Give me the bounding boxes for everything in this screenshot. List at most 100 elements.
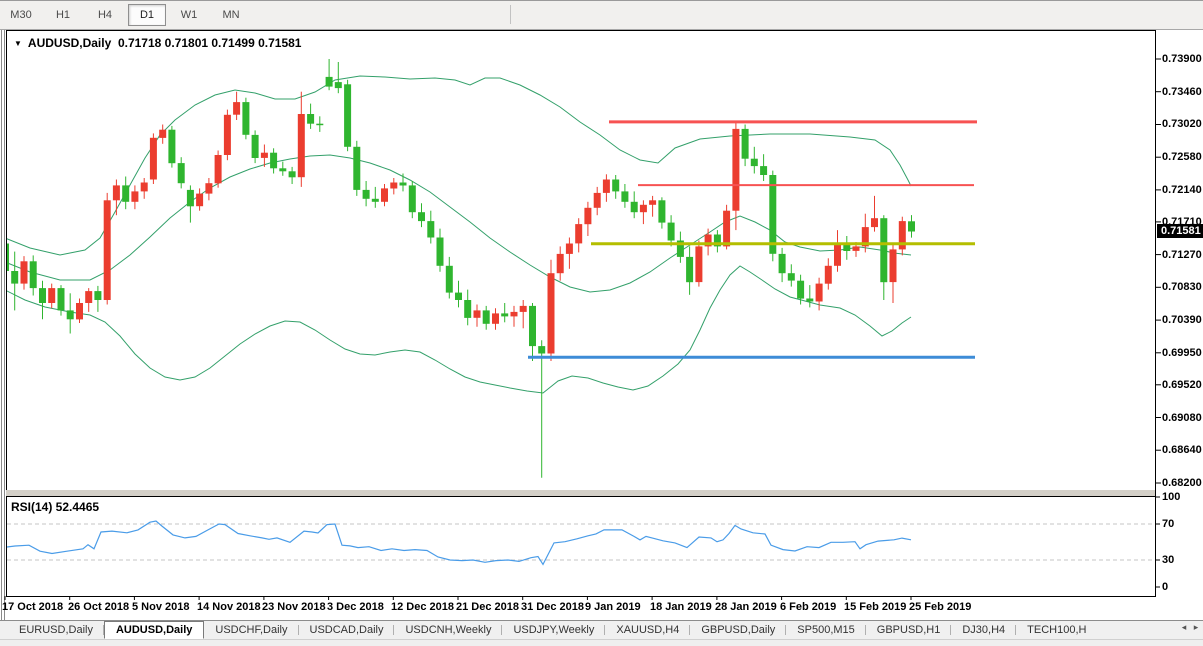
candle: [205, 178, 212, 200]
candle: [196, 188, 203, 210]
tab-scroll-right-icon[interactable]: ▸: [1191, 622, 1201, 633]
candle: [141, 178, 148, 199]
date-axis-label: 14 Nov 2018: [197, 601, 261, 613]
candle: [751, 147, 758, 174]
rsi-curve: [4, 521, 1154, 564]
candle: [215, 151, 222, 188]
candle: [372, 187, 379, 208]
tab-usdcnh-weekly[interactable]: USDCNH,Weekly: [394, 621, 502, 639]
symbol-dropdown-icon[interactable]: ▼: [14, 39, 22, 48]
candle: [658, 197, 665, 228]
symbol-name: AUDUSD,Daily: [28, 36, 111, 50]
axis-ticks: [5, 59, 1161, 600]
candle: [474, 305, 481, 327]
price-axis-label: 0.68640: [1162, 444, 1202, 456]
tab-xauusd-h4[interactable]: XAUUSD,H4: [605, 621, 690, 639]
candle: [335, 62, 342, 93]
rsi-axis-label: 100: [1162, 491, 1202, 503]
tab-audusd-daily[interactable]: AUDUSD,Daily: [104, 621, 204, 639]
price-axis-label: 0.73900: [1162, 53, 1202, 65]
candle: [612, 175, 619, 199]
candle: [159, 125, 166, 144]
chart-canvas[interactable]: [0, 0, 1203, 645]
candle: [677, 232, 684, 263]
candle: [825, 258, 832, 289]
candle: [446, 257, 453, 299]
candle: [418, 203, 425, 227]
candle: [483, 306, 490, 330]
price-axis-label: 0.70390: [1162, 314, 1202, 326]
date-axis-label: 23 Nov 2018: [262, 601, 326, 613]
date-axis-label: 17 Oct 2018: [2, 601, 63, 613]
date-axis-label: 21 Dec 2018: [456, 601, 519, 613]
trendlines[interactable]: [528, 122, 977, 357]
price-axis-label: 0.69080: [1162, 412, 1202, 424]
tab-gbpusd-daily[interactable]: GBPUSD,Daily: [690, 621, 786, 639]
price-axis-label: 0.70830: [1162, 281, 1202, 293]
tab-scroll-left-icon[interactable]: ◂: [1179, 622, 1189, 633]
candle: [298, 92, 305, 187]
price-axis-label: 0.72580: [1162, 151, 1202, 163]
candle: [899, 217, 906, 256]
candle: [890, 245, 897, 303]
candle: [631, 191, 638, 218]
date-axis-label: 3 Dec 2018: [327, 601, 384, 613]
tab-tech100-h[interactable]: TECH100,H: [1016, 621, 1097, 639]
candle: [30, 255, 37, 295]
price-axis-label: 0.68200: [1162, 477, 1202, 489]
candle: [566, 238, 573, 269]
date-axis-label: 15 Feb 2019: [844, 601, 906, 613]
candle: [834, 230, 841, 272]
tab-usdcad-daily[interactable]: USDCAD,Daily: [299, 621, 395, 639]
candle: [104, 193, 111, 305]
tab-usdjpy-weekly[interactable]: USDJPY,Weekly: [502, 621, 605, 639]
price-axis-label: 0.73020: [1162, 118, 1202, 130]
price-axis-label: 0.69950: [1162, 347, 1202, 359]
candle: [843, 236, 850, 260]
candle: [520, 300, 527, 328]
candle: [714, 230, 721, 252]
tab-sp500-m15[interactable]: SP500,M15: [786, 621, 865, 639]
candle: [39, 281, 46, 320]
candle: [548, 260, 555, 361]
candle: [2, 238, 9, 279]
tab-eurusd-daily[interactable]: EURUSD,Daily: [8, 621, 104, 639]
candle: [344, 80, 351, 151]
candle: [742, 125, 749, 167]
candle: [242, 98, 249, 140]
candle: [871, 196, 878, 232]
current-price-badge: 0.71581: [1157, 224, 1203, 238]
tab-gbpusd-h1[interactable]: GBPUSD,H1: [866, 621, 952, 639]
candle: [48, 284, 55, 309]
date-axis-label: 12 Dec 2018: [391, 601, 454, 613]
date-axis-label: 28 Jan 2019: [715, 601, 777, 613]
tab-dj30-h4[interactable]: DJ30,H4: [951, 621, 1016, 639]
candle: [85, 288, 92, 312]
candle: [686, 246, 693, 294]
candle: [649, 196, 656, 217]
date-axis-label: 5 Nov 2018: [132, 601, 189, 613]
candle: [511, 306, 518, 327]
candle: [621, 184, 628, 208]
candle: [113, 180, 120, 216]
candle: [67, 293, 74, 333]
candle: [437, 229, 444, 272]
rsi-indicator-label: RSI(14) 52.4465: [11, 500, 99, 514]
candle: [779, 248, 786, 282]
price-axis-label: 0.72140: [1162, 184, 1202, 196]
candle: [705, 229, 712, 256]
candle: [400, 174, 407, 192]
candle: [279, 162, 286, 176]
candle: [390, 178, 397, 194]
candle: [640, 200, 647, 224]
rsi-axis-label: 70: [1162, 518, 1202, 530]
candle: [455, 281, 462, 308]
chart-title: ▼ AUDUSD,Daily 0.71718 0.71801 0.71499 0.…: [14, 36, 301, 50]
ohlc-values: 0.71718 0.71801 0.71499 0.71581: [118, 36, 302, 50]
candle: [224, 110, 231, 161]
candle: [409, 181, 416, 218]
candle: [289, 167, 296, 184]
candle: [252, 130, 259, 163]
tab-usdchf-daily[interactable]: USDCHF,Daily: [204, 621, 298, 639]
candle: [131, 185, 138, 209]
